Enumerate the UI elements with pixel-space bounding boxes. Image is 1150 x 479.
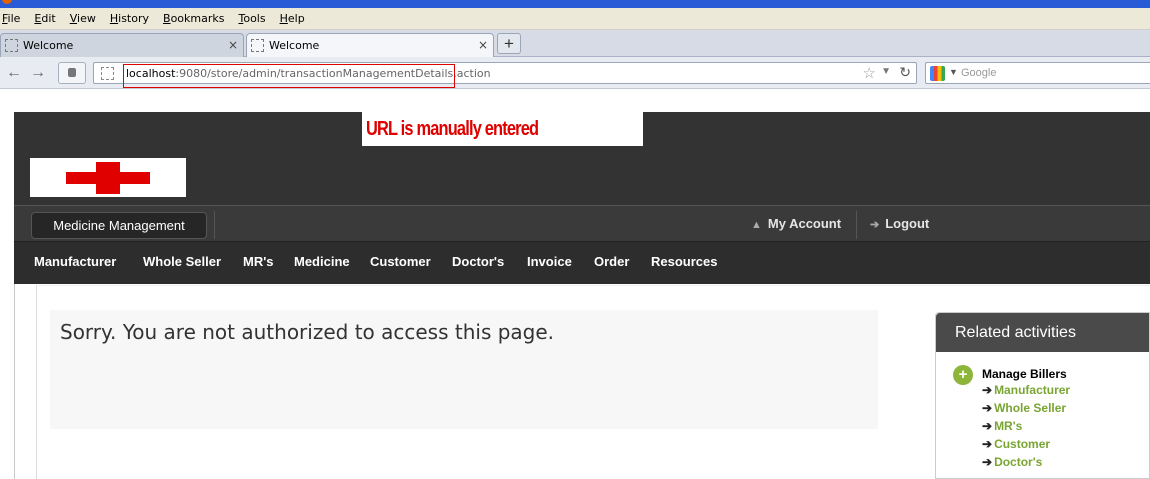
nav-medicine[interactable]: Medicine bbox=[294, 254, 350, 269]
menu-edit[interactable]: Edit bbox=[32, 12, 61, 25]
arrow-right-icon: ➔ bbox=[982, 437, 993, 451]
new-tab-button[interactable]: + bbox=[497, 33, 521, 54]
menu-file[interactable]: File bbox=[0, 12, 26, 25]
tab-title: Welcome bbox=[269, 39, 320, 52]
medicine-management-button[interactable]: Medicine Management bbox=[31, 212, 207, 239]
nav-doctors[interactable]: Doctor's bbox=[452, 254, 504, 269]
window-title-bar bbox=[0, 0, 1150, 8]
nav-invoice[interactable]: Invoice bbox=[527, 254, 572, 269]
tab-welcome-2[interactable]: Welcome × bbox=[246, 33, 494, 57]
related-activities-panel: Related activities + Manage Billers ➔ Man… bbox=[935, 312, 1150, 479]
close-icon[interactable]: × bbox=[478, 38, 488, 52]
back-arrow-icon[interactable]: ← bbox=[4, 63, 24, 85]
nav-manufacturer[interactable]: Manufacturer bbox=[34, 254, 116, 269]
nav-order[interactable]: Order bbox=[594, 254, 629, 269]
search-engine-dropdown-icon[interactable]: ▼ bbox=[949, 67, 958, 77]
arrow-right-icon: ➔ bbox=[982, 455, 993, 469]
arrow-right-icon: ➔ bbox=[982, 419, 993, 433]
search-bar[interactable]: ▼ Google bbox=[925, 62, 1150, 84]
menu-history[interactable]: History bbox=[108, 12, 155, 25]
annotation-label: URL is manually entered bbox=[362, 112, 643, 146]
related-link-manufacturer[interactable]: ➔ Manufacturer bbox=[982, 383, 1070, 397]
my-account-link[interactable]: ▲ My Account bbox=[751, 216, 841, 231]
nav-customer[interactable]: Customer bbox=[370, 254, 431, 269]
annotation-text: URL is manually entered bbox=[366, 118, 539, 140]
nav-whole-seller[interactable]: Whole Seller bbox=[143, 254, 221, 269]
nav-resources[interactable]: Resources bbox=[651, 254, 717, 269]
red-cross-icon-vertical bbox=[96, 162, 120, 194]
menu-help[interactable]: Help bbox=[278, 12, 311, 25]
page-icon bbox=[251, 39, 264, 52]
menu-bar: File Edit View History Bookmarks Tools H… bbox=[0, 8, 1150, 30]
forward-arrow-icon[interactable]: → bbox=[28, 63, 48, 85]
bookmark-star-icon[interactable]: ☆ bbox=[863, 64, 876, 82]
menu-bookmarks[interactable]: Bookmarks bbox=[161, 12, 230, 25]
arrow-right-icon: ➔ bbox=[982, 401, 993, 415]
url-dropdown-icon[interactable]: ▼ bbox=[881, 66, 891, 77]
logout-link[interactable]: ➔ Logout bbox=[870, 216, 929, 231]
site-identity-icon bbox=[101, 67, 114, 80]
main-navigation: Manufacturer Whole Seller MR's Medicine … bbox=[14, 242, 1150, 284]
reload-icon[interactable]: ↻ bbox=[899, 64, 911, 81]
tab-title: Welcome bbox=[23, 39, 74, 52]
tab-bar: Welcome × Welcome × bbox=[0, 30, 1150, 57]
menu-view[interactable]: View bbox=[68, 12, 102, 25]
google-icon[interactable] bbox=[930, 66, 945, 81]
site-logo[interactable] bbox=[30, 158, 186, 197]
divider bbox=[214, 211, 215, 239]
logout-icon: ➔ bbox=[870, 219, 880, 231]
related-activities-title: Related activities bbox=[936, 313, 1149, 352]
error-message: Sorry. You are not authorized to access … bbox=[60, 320, 555, 344]
top-navigation: Medicine Management ▲ My Account ➔ Logout bbox=[14, 205, 1150, 242]
search-input[interactable]: Google bbox=[961, 67, 996, 79]
arrow-right-icon: ➔ bbox=[982, 383, 993, 397]
error-panel: Sorry. You are not authorized to access … bbox=[50, 310, 878, 429]
page-icon bbox=[5, 39, 18, 52]
user-icon: ▲ bbox=[751, 219, 762, 231]
related-link-mrs[interactable]: ➔ MR's bbox=[982, 419, 1022, 433]
firefox-icon bbox=[2, 0, 12, 4]
manage-billers-title: Manage Billers bbox=[982, 367, 1067, 381]
related-link-doctors[interactable]: ➔ Doctor's bbox=[982, 455, 1042, 469]
plus-icon[interactable]: + bbox=[953, 365, 973, 385]
related-link-customer[interactable]: ➔ Customer bbox=[982, 437, 1050, 451]
divider bbox=[856, 211, 857, 239]
tab-welcome-1[interactable]: Welcome × bbox=[0, 33, 244, 57]
page-info-button[interactable] bbox=[58, 62, 86, 84]
nav-mrs[interactable]: MR's bbox=[243, 254, 274, 269]
menu-tools[interactable]: Tools bbox=[236, 12, 271, 25]
url-highlight-box bbox=[123, 64, 455, 88]
close-icon[interactable]: × bbox=[228, 38, 238, 52]
related-link-whole-seller[interactable]: ➔ Whole Seller bbox=[982, 401, 1066, 415]
